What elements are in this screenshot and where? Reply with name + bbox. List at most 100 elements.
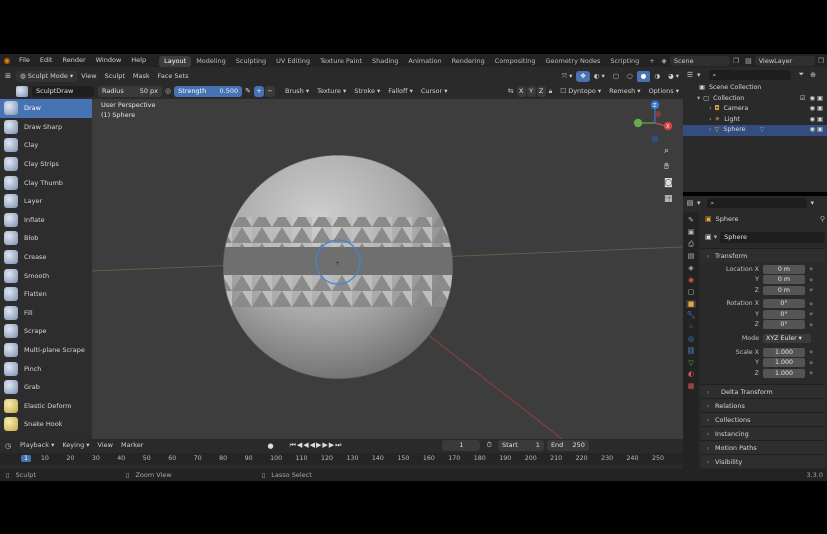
- tab-shading[interactable]: Shading: [367, 56, 403, 67]
- viewlayer-icon[interactable]: ▤: [745, 57, 752, 65]
- camera-render-icon[interactable]: ▣: [817, 125, 823, 136]
- strength-field[interactable]: Strength 0.500: [174, 85, 243, 97]
- properties-editor-dropdown-icon[interactable]: ▾: [697, 199, 701, 207]
- section-transform[interactable]: Transform: [701, 248, 825, 263]
- tab-sculpting[interactable]: Sculpting: [231, 56, 271, 67]
- tool-fill[interactable]: Fill: [0, 304, 92, 323]
- outliner-camera[interactable]: › ◘ Camera ◉ ▣: [683, 104, 827, 115]
- tool-inflate[interactable]: Inflate: [0, 211, 92, 230]
- constraints-tab-icon[interactable]: ⛓: [687, 347, 696, 355]
- dropdown-texture[interactable]: Texture ▾: [313, 86, 350, 97]
- options-dropdown[interactable]: Options ▾: [645, 86, 683, 97]
- world-tab-icon[interactable]: ◉: [688, 276, 694, 284]
- autokey-record-icon[interactable]: ●: [267, 442, 273, 450]
- object-tab-icon[interactable]: ■: [685, 299, 697, 308]
- tab-texture-paint[interactable]: Texture Paint: [315, 56, 367, 67]
- tool-blob[interactable]: Blob: [0, 229, 92, 248]
- tab-uv-editing[interactable]: UV Editing: [271, 56, 315, 67]
- zoom-icon[interactable]: ⌕: [664, 146, 669, 156]
- tab-rendering[interactable]: Rendering: [447, 56, 490, 67]
- axis-x-toggle[interactable]: X: [516, 85, 526, 97]
- tool-clay[interactable]: Clay: [0, 136, 92, 155]
- section-visibility[interactable]: Visibility: [701, 453, 825, 469]
- properties-editor-icon[interactable]: ▤: [683, 199, 697, 207]
- dyntopo-toggle[interactable]: ☐ Dyntopo ▾: [556, 86, 605, 97]
- camera-view-icon[interactable]: ◙: [664, 178, 673, 188]
- pan-hand-icon[interactable]: ✋︎: [664, 162, 669, 172]
- outliner-scene-collection[interactable]: ▣ Scene Collection: [683, 83, 827, 94]
- lock-axes-icon[interactable]: 🔒︎: [549, 87, 553, 96]
- current-frame-field[interactable]: 1: [442, 440, 481, 451]
- outliner-display-mode-icon[interactable]: ▾: [697, 71, 701, 79]
- xray-icon[interactable]: ▢: [609, 71, 623, 82]
- keyframe-dot-icon[interactable]: ⋄: [809, 321, 813, 329]
- object-datablock-dropdown-icon[interactable]: ▾: [714, 233, 718, 241]
- tool-grab[interactable]: Grab: [0, 378, 92, 397]
- shading-solid-icon[interactable]: ●: [636, 70, 651, 82]
- eye-icon[interactable]: ◉: [810, 94, 816, 105]
- texture-tab-icon[interactable]: ▦: [688, 382, 695, 390]
- tab-modeling[interactable]: Modeling: [191, 56, 231, 67]
- tab-compositing[interactable]: Compositing: [490, 56, 541, 67]
- timeline-editor-icon[interactable]: ◷: [0, 442, 16, 450]
- scene-icon[interactable]: ◈: [661, 57, 666, 65]
- radius-field[interactable]: Radius 50 px: [98, 85, 162, 97]
- outliner-search-input[interactable]: ⌕: [708, 69, 791, 80]
- physics-tab-icon[interactable]: ◎: [688, 335, 694, 343]
- eye-icon[interactable]: ◉: [810, 115, 816, 126]
- collection-tab-icon[interactable]: ▢: [688, 288, 695, 296]
- scene-options-icon[interactable]: ❐: [733, 57, 739, 65]
- outliner-editor-icon[interactable]: ☰: [683, 71, 697, 79]
- viewlayer-options-icon[interactable]: ❐: [818, 57, 824, 65]
- ortho-grid-icon[interactable]: ▦: [664, 194, 673, 204]
- properties-search-input[interactable]: ⌕: [706, 198, 807, 208]
- keyframe-dot-icon[interactable]: ⋄: [809, 369, 813, 377]
- camera-render-icon[interactable]: ▣: [817, 94, 823, 105]
- outliner-sphere[interactable]: › ▽ Sphere ▽ ◉ ▣: [683, 125, 827, 136]
- outliner-collection[interactable]: ▾ ▢ Collection ☑ ◉ ▣: [683, 94, 827, 105]
- brush-name-field[interactable]: SculptDraw: [32, 85, 94, 97]
- rotation-mode-dropdown[interactable]: XYZ Euler ▾: [763, 334, 811, 343]
- outliner-new-collection-icon[interactable]: ⊕: [810, 71, 816, 79]
- outliner-filter-icon[interactable]: ⏷: [799, 70, 805, 79]
- tab-layout[interactable]: Layout: [159, 55, 192, 67]
- rotation-y-field[interactable]: 0°: [763, 309, 805, 319]
- tool-draw-sharp[interactable]: Draw Sharp: [0, 118, 92, 137]
- object-datablock-field[interactable]: Sphere: [720, 231, 825, 243]
- dropdown-cursor[interactable]: Cursor ▾: [417, 86, 452, 97]
- tool-elastic-deform[interactable]: Elastic Deform: [0, 397, 92, 416]
- tool-smooth[interactable]: Smooth: [0, 266, 92, 285]
- editor-type-icon[interactable]: ⊞: [0, 72, 16, 80]
- tool-layer[interactable]: Layer: [0, 192, 92, 211]
- menu-edit[interactable]: Edit: [35, 54, 58, 67]
- material-tab-icon[interactable]: ◐: [688, 370, 694, 378]
- end-frame-field[interactable]: End 250: [546, 440, 589, 451]
- dropdown-falloff[interactable]: Falloff ▾: [384, 86, 417, 97]
- sphere-object[interactable]: [212, 155, 472, 379]
- location-z-field[interactable]: 0 m: [763, 285, 805, 295]
- menu-file[interactable]: File: [14, 54, 35, 67]
- tool-multiplane-scrape[interactable]: Multi-plane Scrape: [0, 341, 92, 360]
- object-datablock-icon[interactable]: ▣: [705, 233, 712, 241]
- keyframe-dot-icon[interactable]: ⋄: [809, 265, 813, 273]
- tab-geometry-nodes[interactable]: Geometry Nodes: [541, 56, 606, 67]
- scene-selector[interactable]: Scene: [669, 55, 730, 66]
- axis-y-toggle[interactable]: Y: [526, 85, 536, 97]
- viewlayer-selector[interactable]: ViewLayer: [754, 55, 815, 66]
- keyframe-dot-icon[interactable]: ⋄: [809, 286, 813, 294]
- tab-animation[interactable]: Animation: [403, 56, 446, 67]
- menu-help[interactable]: Help: [126, 54, 151, 67]
- scale-y-field[interactable]: 1.000: [763, 358, 805, 368]
- radius-unit-icon[interactable]: ◎: [165, 87, 171, 95]
- menu-timeline-view[interactable]: View: [94, 440, 117, 451]
- overlay-icon[interactable]: ◐ ▾: [590, 71, 609, 82]
- pin-icon[interactable]: ⚲: [820, 215, 825, 223]
- axis-z-toggle[interactable]: Z: [536, 85, 546, 97]
- dropdown-brush[interactable]: Brush ▾: [281, 86, 313, 97]
- add-workspace-icon[interactable]: +: [644, 56, 659, 67]
- brush-icon[interactable]: [16, 85, 28, 97]
- camera-render-icon[interactable]: ▣: [817, 115, 823, 126]
- mode-selector[interactable]: ◍ Sculpt Mode ▾: [16, 70, 78, 82]
- tool-scrape[interactable]: Scrape: [0, 322, 92, 341]
- menu-sculpt[interactable]: Sculpt: [101, 71, 129, 82]
